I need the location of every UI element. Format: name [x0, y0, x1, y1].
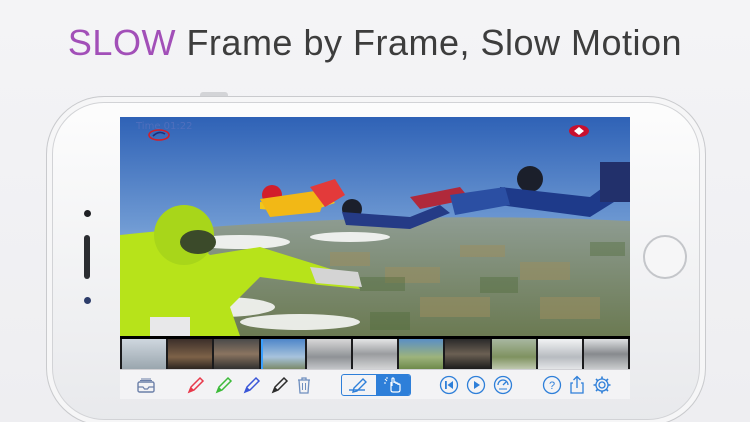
front-camera [84, 210, 91, 217]
headline: SLOW Frame by Frame, Slow Motion [0, 22, 750, 64]
filmstrip-frame[interactable] [352, 339, 398, 369]
earpiece-speaker [84, 235, 90, 279]
filmstrip-frame[interactable] [583, 339, 629, 369]
filmstrip-frame[interactable] [491, 339, 536, 369]
play-icon[interactable] [466, 375, 486, 395]
bottom-toolbar: ? [120, 369, 630, 399]
help-icon[interactable]: ? [542, 375, 562, 395]
share-icon[interactable] [567, 375, 587, 395]
filmstrip-frame[interactable] [168, 339, 213, 369]
home-button[interactable] [643, 235, 687, 279]
headline-text: Frame by Frame, Slow Motion [175, 22, 683, 63]
proximity-sensor [84, 297, 91, 304]
app-screen: Time 01:22 ? [120, 117, 630, 399]
filmstrip[interactable] [120, 339, 630, 369]
green-pen-icon[interactable] [214, 375, 234, 395]
video-frame-image [120, 117, 630, 336]
select-mode-icon[interactable] [376, 375, 410, 395]
draw-mode-icon[interactable] [342, 375, 376, 395]
blue-pen-icon[interactable] [242, 375, 262, 395]
black-pen-icon[interactable] [270, 375, 290, 395]
filmstrip-frame[interactable] [399, 339, 444, 369]
skydive-logo [568, 124, 590, 138]
filmstrip-frame[interactable] [445, 339, 490, 369]
library-icon[interactable] [136, 375, 156, 395]
filmstrip-frame[interactable] [214, 339, 259, 369]
filmstrip-frame[interactable] [122, 339, 167, 369]
app-logo [148, 129, 170, 141]
svg-text:?: ? [549, 380, 555, 392]
settings-icon[interactable] [592, 375, 612, 395]
speed-icon[interactable] [493, 375, 513, 395]
trash-icon[interactable] [294, 375, 314, 395]
headline-accent: SLOW [67, 22, 176, 63]
step-back-icon[interactable] [439, 375, 459, 395]
video-player[interactable]: Time 01:22 [120, 117, 630, 336]
filmstrip-frame[interactable] [537, 339, 582, 369]
draw-select-toggle[interactable] [341, 374, 411, 396]
filmstrip-frame-current[interactable] [260, 339, 305, 369]
red-pen-icon[interactable] [186, 375, 206, 395]
filmstrip-frame[interactable] [306, 339, 351, 369]
